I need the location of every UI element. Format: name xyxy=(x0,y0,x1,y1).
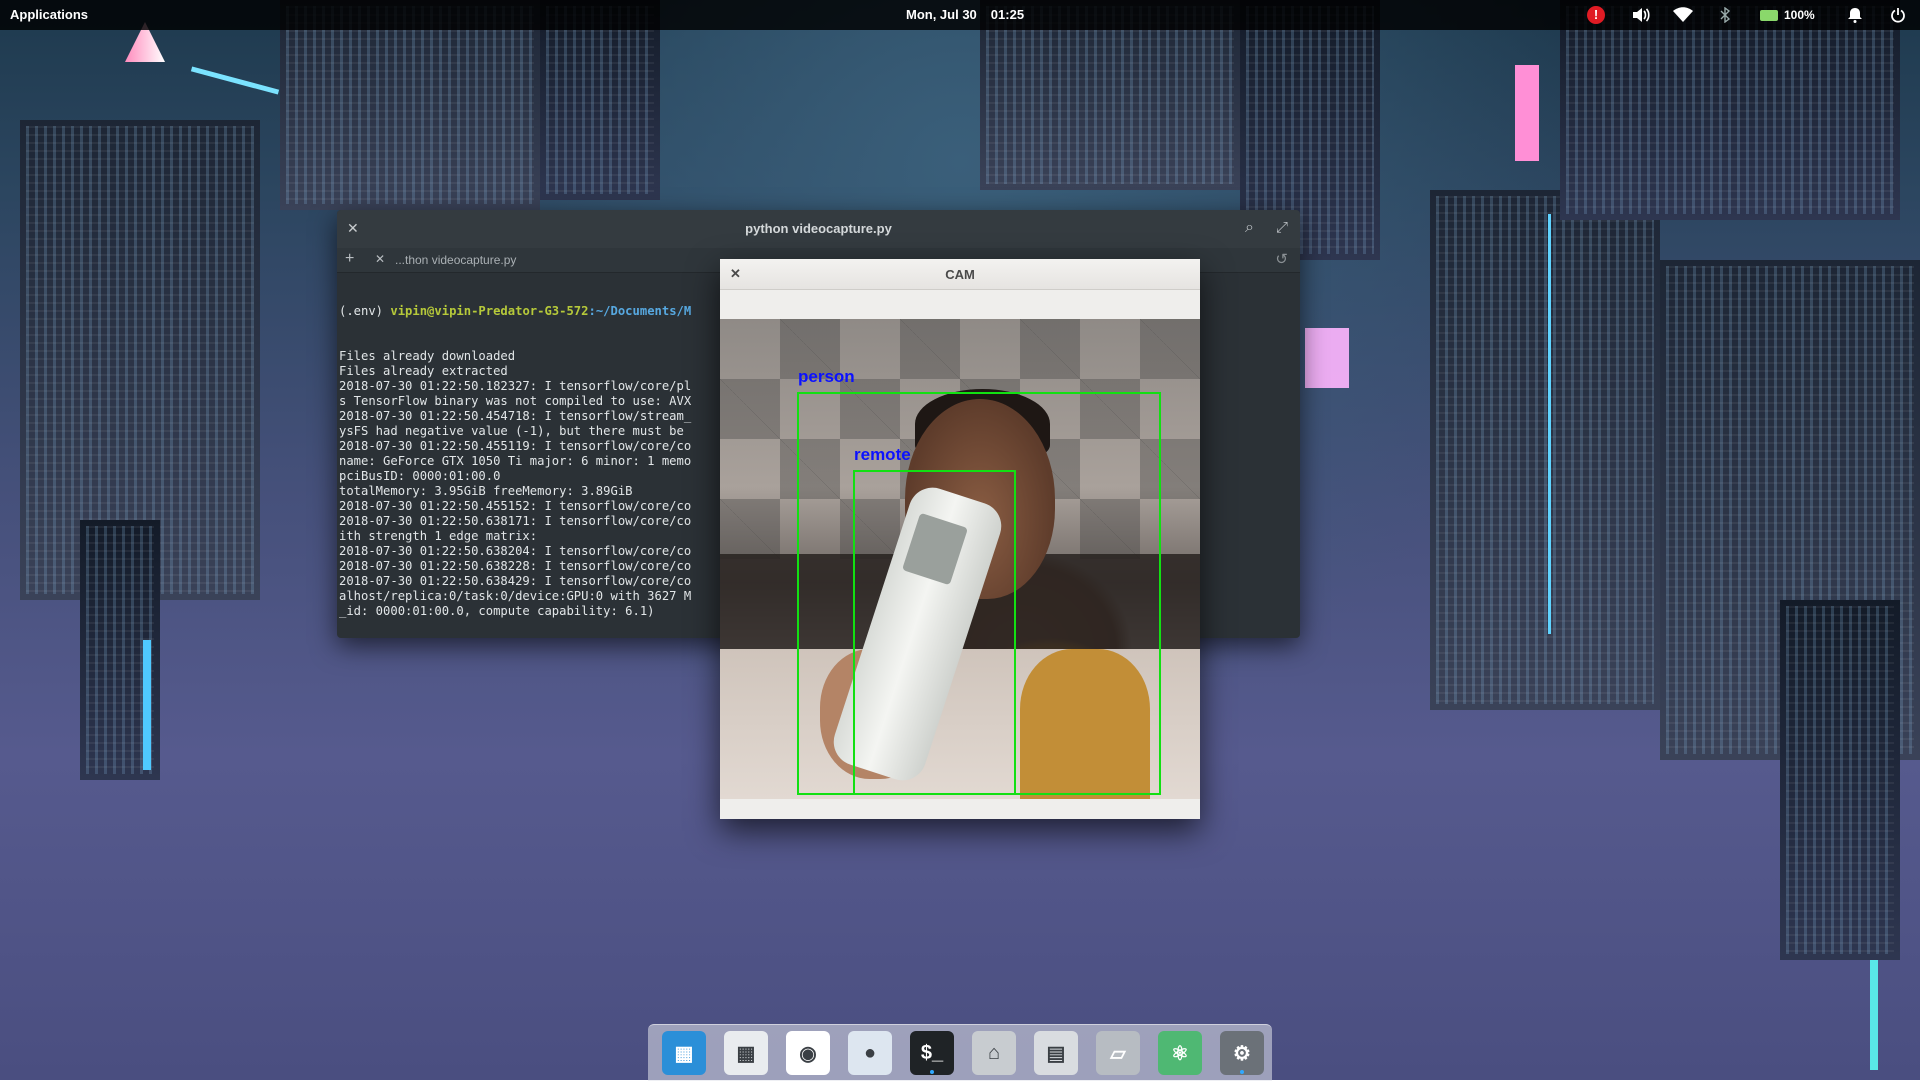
prompt-user: vipin@vipin-Predator-G3-572 xyxy=(390,304,589,318)
top-panel: Applications Mon, Jul 30 01:25 ! 100% xyxy=(0,0,1920,30)
cam-window[interactable]: ✕ CAM person remote xyxy=(720,259,1200,819)
terminal-icon[interactable]: $_ xyxy=(910,1031,954,1075)
running-indicator xyxy=(930,1070,934,1074)
terminal-titlebar[interactable]: ✕ python videocapture.py ⌕ ⤢ xyxy=(337,210,1300,248)
remote-detection-box xyxy=(853,470,1016,795)
multitasking-view-icon[interactable]: ▦ xyxy=(662,1031,706,1075)
wifi-icon[interactable] xyxy=(1670,4,1696,26)
camera-frame: person remote xyxy=(720,319,1200,799)
chrome-icon[interactable]: ◉ xyxy=(786,1031,830,1075)
bluetooth-icon[interactable] xyxy=(1714,4,1736,26)
dock: ▦ ▦ ◉ ● $_ ⌂ ▤ ▱ ⚛ ⚙ xyxy=(648,1024,1272,1081)
search-icon[interactable]: ⌕ xyxy=(1245,219,1254,237)
power-icon[interactable] xyxy=(1885,4,1911,26)
bell-icon[interactable] xyxy=(1844,4,1866,26)
volume-icon[interactable] xyxy=(1628,4,1654,26)
cam-titlebar[interactable]: ✕ CAM xyxy=(720,259,1200,290)
history-icon[interactable]: ↺ xyxy=(1275,250,1288,268)
person-detection-label: person xyxy=(798,367,855,386)
calendar-icon[interactable]: ▦ xyxy=(724,1031,768,1075)
maximize-icon[interactable]: ⤢ xyxy=(1276,219,1288,236)
date-label: Mon, Jul 30 xyxy=(906,7,977,22)
tab-label[interactable]: ...thon videocapture.py xyxy=(395,253,516,267)
appcenter-icon[interactable]: ▤ xyxy=(1034,1031,1078,1075)
cam-bottom-bar xyxy=(720,799,1200,819)
alert-icon[interactable]: ! xyxy=(1585,4,1607,26)
close-tab-icon[interactable]: ✕ xyxy=(375,252,385,266)
time-label: 01:25 xyxy=(990,7,1025,22)
terminal-title: python videocapture.py xyxy=(745,221,892,236)
alert-glyph: ! xyxy=(1587,6,1605,24)
battery-percent: 100% xyxy=(1784,8,1815,22)
scanner-icon[interactable]: ▱ xyxy=(1096,1031,1140,1075)
prompt-path: :~/Documents/M xyxy=(588,304,692,318)
files-icon[interactable]: ⌂ xyxy=(972,1031,1016,1075)
battery-indicator[interactable]: 100% xyxy=(1760,4,1824,26)
cam-title: CAM xyxy=(945,267,975,282)
system-settings-icon[interactable]: ⚙ xyxy=(1220,1031,1264,1075)
new-tab-icon[interactable]: + xyxy=(345,250,354,268)
running-indicator xyxy=(1240,1070,1244,1074)
settings-toggle-icon[interactable]: ● xyxy=(848,1031,892,1075)
battery-icon xyxy=(1760,9,1778,21)
remote-detection-label: remote xyxy=(854,445,911,464)
date-time-indicator[interactable]: Mon, Jul 30 01:25 xyxy=(906,7,1024,22)
atom-icon[interactable]: ⚛ xyxy=(1158,1031,1202,1075)
prompt-env: (.env) xyxy=(339,304,391,318)
applications-menu-button[interactable]: Applications xyxy=(10,7,88,22)
